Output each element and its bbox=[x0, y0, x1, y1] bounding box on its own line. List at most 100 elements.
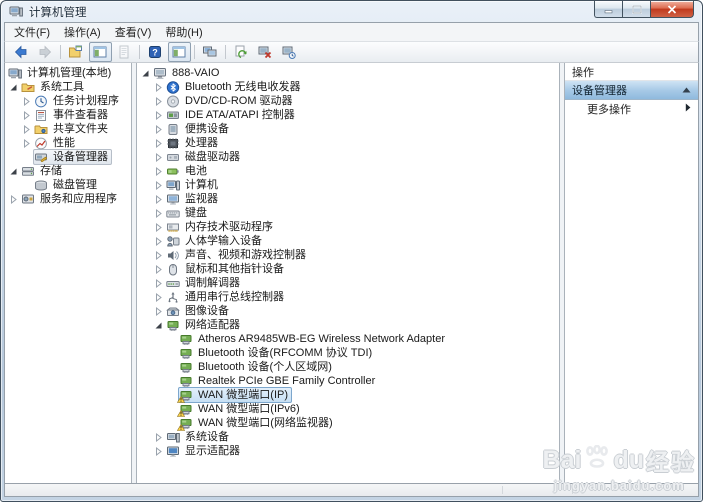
sidebar-item-task-scheduler[interactable]: 任务计划程序 bbox=[5, 94, 131, 108]
view-menu[interactable]: 查看(V) bbox=[108, 23, 159, 41]
sidebar-item-system-tools[interactable]: 系统工具 bbox=[5, 80, 131, 94]
device-item-memory-tech-driver[interactable]: 内存技术驱动程序 bbox=[137, 220, 559, 234]
collapse-arrow-icon[interactable] bbox=[152, 319, 165, 332]
device-item-imaging-devices[interactable]: 图像设备 bbox=[137, 304, 559, 318]
expand-arrow-icon[interactable] bbox=[152, 305, 165, 318]
show-console-tree-button[interactable] bbox=[65, 42, 88, 62]
tree-item-label: Bluetooth 设备(RFCOMM 协议 TDI) bbox=[197, 346, 372, 360]
collapse-arrow-icon[interactable] bbox=[139, 67, 152, 80]
scan-hardware-changes-button[interactable] bbox=[230, 42, 253, 62]
help-button[interactable]: ? bbox=[144, 42, 167, 62]
device-item-usb-controllers[interactable]: 通用串行总线控制器 bbox=[137, 290, 559, 304]
export-list-button[interactable] bbox=[113, 42, 136, 62]
expand-arrow-icon[interactable] bbox=[152, 123, 165, 136]
computer-management-window: 计算机管理 文件(F)操作(A)查看(V)帮助(H) ? 计算机管理(本地)系统… bbox=[0, 0, 703, 502]
device-item-monitors[interactable]: 监视器 bbox=[137, 192, 559, 206]
tree-item-label: WAN 微型端口(IPv6) bbox=[197, 402, 300, 416]
expand-arrow-icon[interactable] bbox=[152, 151, 165, 164]
device-item-keyboards[interactable]: 键盘 bbox=[137, 206, 559, 220]
device-item-bluetooth-rfcomm[interactable]: Bluetooth 设备(RFCOMM 协议 TDI) bbox=[137, 346, 559, 360]
device-item-wan-miniport-ipv6[interactable]: WAN 微型端口(IPv6) bbox=[137, 402, 559, 416]
more-actions-item[interactable]: 更多操作 bbox=[565, 100, 698, 118]
sidebar-item-disk-management[interactable]: 磁盘管理 bbox=[5, 178, 131, 192]
sidebar-item-services-applications[interactable]: 服务和应用程序 bbox=[5, 192, 131, 206]
close-button[interactable] bbox=[650, 1, 694, 18]
device-item-hid-devices[interactable]: 人体学输入设备 bbox=[137, 234, 559, 248]
expand-arrow-icon[interactable] bbox=[152, 207, 165, 220]
expand-arrow-icon[interactable] bbox=[152, 277, 165, 290]
expand-arrow-icon[interactable] bbox=[152, 81, 165, 94]
expand-arrow-icon[interactable] bbox=[20, 123, 33, 136]
device-item-realtek-pcie-gbe[interactable]: Realtek PCIe GBE Family Controller bbox=[137, 374, 559, 388]
remote-computer-button[interactable] bbox=[199, 42, 222, 62]
expand-arrow-icon[interactable] bbox=[20, 137, 33, 150]
expand-arrow-icon[interactable] bbox=[152, 263, 165, 276]
device-item-sound-video-game[interactable]: 声音、视频和游戏控制器 bbox=[137, 248, 559, 262]
sidebar-item-event-viewer[interactable]: 事件查看器 bbox=[5, 108, 131, 122]
expand-arrow-icon[interactable] bbox=[20, 109, 33, 122]
expand-arrow-icon[interactable] bbox=[152, 165, 165, 178]
expander-spacer bbox=[20, 179, 33, 192]
expand-arrow-icon[interactable] bbox=[152, 445, 165, 458]
action-menu[interactable]: 操作(A) bbox=[57, 23, 108, 41]
device-item-processors[interactable]: 处理器 bbox=[137, 136, 559, 150]
minimize-button[interactable] bbox=[594, 1, 622, 18]
expand-arrow-icon[interactable] bbox=[152, 235, 165, 248]
expand-arrow-icon[interactable] bbox=[7, 193, 20, 206]
device-item-portable-devices[interactable]: 便携设备 bbox=[137, 122, 559, 136]
network-icon bbox=[179, 389, 194, 402]
forward-button[interactable] bbox=[34, 42, 57, 62]
task-scheduler-icon bbox=[34, 95, 49, 108]
back-icon bbox=[13, 44, 29, 60]
device-item-modems[interactable]: 调制解调器 bbox=[137, 276, 559, 290]
tree-item-label: 图像设备 bbox=[184, 304, 229, 318]
tree-item-label: 声音、视频和游戏控制器 bbox=[184, 248, 306, 262]
help-menu[interactable]: 帮助(H) bbox=[158, 23, 209, 41]
update-driver-button[interactable] bbox=[278, 42, 301, 62]
sidebar-item-performance[interactable]: 性能 bbox=[5, 136, 131, 150]
back-button[interactable] bbox=[10, 42, 33, 62]
expand-arrow-icon[interactable] bbox=[152, 109, 165, 122]
mouse-icon bbox=[166, 263, 181, 276]
maximize-button[interactable] bbox=[622, 1, 650, 18]
device-item-wan-miniport-ip[interactable]: WAN 微型端口(IP) bbox=[137, 388, 559, 402]
device-item-ide-ata-atapi[interactable]: IDE ATA/ATAPI 控制器 bbox=[137, 108, 559, 122]
device-item-mice-pointing[interactable]: 鼠标和其他指针设备 bbox=[137, 262, 559, 276]
expand-arrow-icon[interactable] bbox=[152, 193, 165, 206]
device-item-wan-miniport-netmon[interactable]: WAN 微型端口(网络监视器) bbox=[137, 416, 559, 430]
file-menu[interactable]: 文件(F) bbox=[7, 23, 57, 41]
device-item-vaio-root[interactable]: 888-VAIO bbox=[137, 66, 559, 80]
device-item-bluetooth-radios[interactable]: Bluetooth 无线电收发器 bbox=[137, 80, 559, 94]
expand-arrow-icon[interactable] bbox=[152, 221, 165, 234]
sidebar-item-computer-management-local[interactable]: 计算机管理(本地) bbox=[5, 66, 131, 80]
device-item-batteries[interactable]: 电池 bbox=[137, 164, 559, 178]
device-item-display-adapters[interactable]: 显示适配器 bbox=[137, 444, 559, 458]
expand-arrow-icon[interactable] bbox=[152, 95, 165, 108]
expand-arrow-icon[interactable] bbox=[152, 431, 165, 444]
tree-item-label: Atheros AR9485WB-EG Wireless Network Ada… bbox=[197, 332, 445, 346]
sidebar-item-storage[interactable]: 存储 bbox=[5, 164, 131, 178]
show-action-pane-toggle[interactable] bbox=[168, 42, 191, 62]
device-item-bluetooth-pan[interactable]: Bluetooth 设备(个人区域网) bbox=[137, 360, 559, 374]
collapse-section-icon[interactable] bbox=[682, 84, 691, 96]
uninstall-device-button[interactable] bbox=[254, 42, 277, 62]
expand-arrow-icon[interactable] bbox=[152, 249, 165, 262]
sidebar-item-shared-folders[interactable]: 共享文件夹 bbox=[5, 122, 131, 136]
device-item-disk-drives[interactable]: 磁盘驱动器 bbox=[137, 150, 559, 164]
device-item-network-adapters[interactable]: 网络适配器 bbox=[137, 318, 559, 332]
sidebar-item-device-manager[interactable]: 设备管理器 bbox=[5, 150, 131, 164]
expand-arrow-icon[interactable] bbox=[152, 137, 165, 150]
show-hide-tree-toggle[interactable] bbox=[89, 42, 112, 62]
device-item-dvd-cdrom-drives[interactable]: DVD/CD-ROM 驱动器 bbox=[137, 94, 559, 108]
device-item-computer[interactable]: 计算机 bbox=[137, 178, 559, 192]
expand-arrow-icon[interactable] bbox=[152, 179, 165, 192]
collapse-arrow-icon[interactable] bbox=[7, 81, 20, 94]
uninstall-icon bbox=[257, 44, 273, 60]
expand-arrow-icon[interactable] bbox=[152, 291, 165, 304]
actions-section-device-manager[interactable]: 设备管理器 bbox=[565, 81, 698, 100]
modem-icon bbox=[166, 277, 181, 290]
device-item-atheros-ar9485wb[interactable]: Atheros AR9485WB-EG Wireless Network Ada… bbox=[137, 332, 559, 346]
expand-arrow-icon[interactable] bbox=[20, 95, 33, 108]
device-item-system-devices[interactable]: 系统设备 bbox=[137, 430, 559, 444]
collapse-arrow-icon[interactable] bbox=[7, 165, 20, 178]
